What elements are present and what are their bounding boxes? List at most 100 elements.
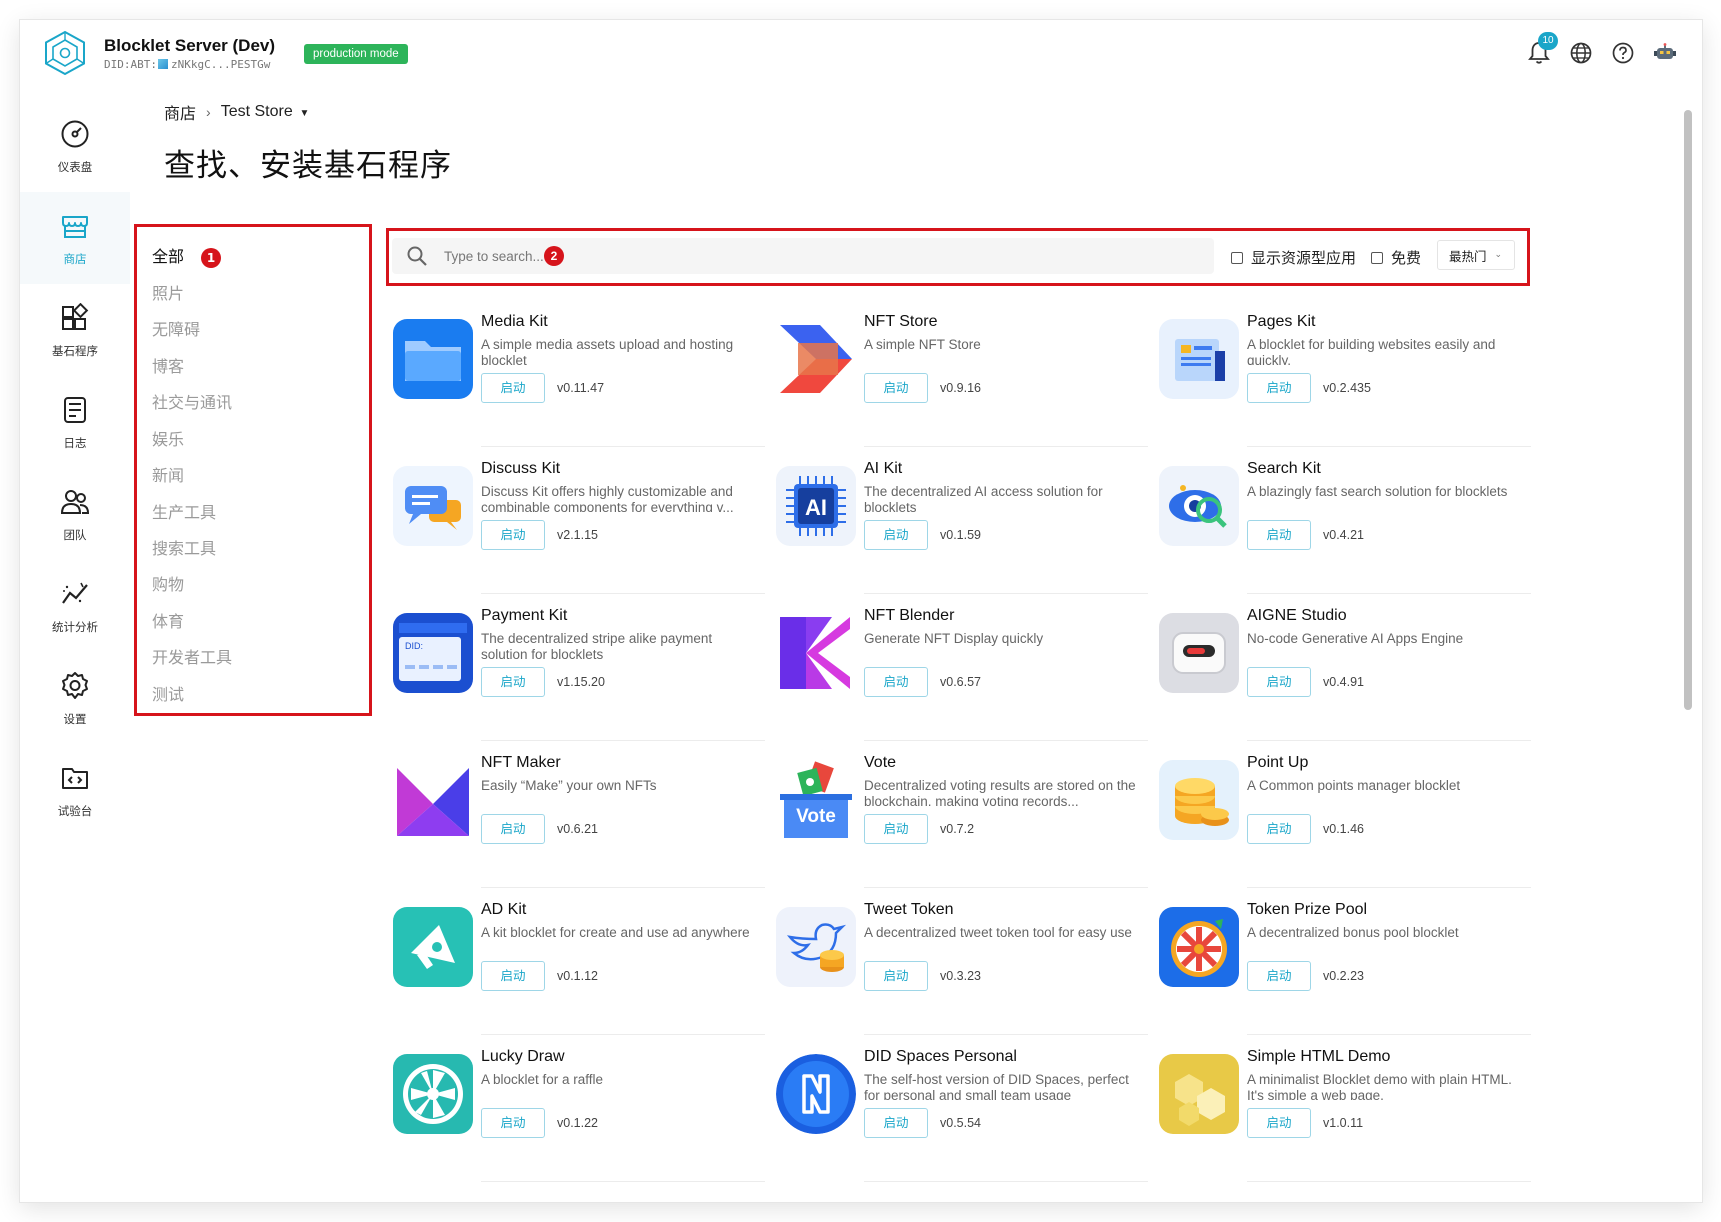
app-version: v0.7.2	[940, 822, 975, 836]
category-item[interactable]: 生产工具	[152, 499, 216, 523]
language-button[interactable]	[1568, 40, 1594, 66]
launch-button[interactable]: 启动	[1247, 373, 1311, 403]
category-all[interactable]: 全部 1	[152, 243, 222, 268]
category-item[interactable]: 搜索工具	[152, 535, 216, 559]
search-field[interactable]: 2	[392, 238, 1214, 274]
launch-button[interactable]: 启动	[481, 520, 545, 550]
category-item[interactable]: 照片	[152, 280, 184, 304]
app-card[interactable]: DID: Payment Kit The decentralized strip…	[393, 607, 765, 741]
app-card[interactable]: NFT Blender Generate NFT Display quickly…	[776, 607, 1148, 741]
nav-item-blocklets[interactable]: 基石程序	[20, 284, 130, 376]
show-resource-checkbox[interactable]: 显示资源型应用	[1231, 247, 1356, 268]
nav-item-logs[interactable]: 日志	[20, 376, 130, 468]
launch-button[interactable]: 启动	[864, 667, 928, 697]
launch-button[interactable]: 启动	[1247, 1108, 1311, 1138]
app-card[interactable]: Vote Vote Decentralized voting results a…	[776, 754, 1148, 888]
app-description: A blazingly fast search solution for blo…	[1247, 484, 1508, 499]
app-card[interactable]: Simple HTML Demo A minimalist Blocklet d…	[1159, 1048, 1531, 1182]
launch-button[interactable]: 启动	[864, 520, 928, 550]
category-item[interactable]: 体育	[152, 608, 184, 632]
app-card[interactable]: Point Up A Common points manager blockle…	[1159, 754, 1531, 888]
launch-button[interactable]: 启动	[1247, 961, 1311, 991]
nav-item-settings[interactable]: 设置	[20, 652, 130, 744]
nav-item-team[interactable]: 团队	[20, 468, 130, 560]
marker-badge: 1	[201, 247, 222, 268]
chat-icon	[393, 466, 473, 546]
app-card[interactable]: AI AI Kit The decentralized AI access so…	[776, 460, 1148, 594]
launch-button[interactable]: 启动	[1247, 667, 1311, 697]
search-input[interactable]	[444, 248, 544, 264]
app-card[interactable]: Discuss Kit Discuss Kit offers highly cu…	[393, 460, 765, 594]
category-item[interactable]: 测试	[152, 681, 184, 705]
category-item[interactable]: 博客	[152, 353, 184, 377]
launch-button[interactable]: 启动	[864, 961, 928, 991]
category-item[interactable]: 购物	[152, 571, 184, 595]
help-button[interactable]	[1610, 40, 1636, 66]
category-item[interactable]: 娱乐	[152, 426, 184, 450]
nav-item-store[interactable]: 商店	[20, 192, 130, 284]
divider	[864, 446, 1148, 447]
divider	[864, 887, 1148, 888]
free-checkbox[interactable]: 免费	[1371, 247, 1421, 268]
app-description: The decentralized AI access solution for…	[864, 484, 1103, 512]
launch-button[interactable]: 启动	[864, 814, 928, 844]
prize-wheel-icon	[1159, 907, 1239, 987]
did-spaces-icon	[776, 1054, 856, 1134]
app-name: AD Kit	[481, 901, 527, 918]
category-item[interactable]: 新闻	[152, 462, 184, 486]
launch-button[interactable]: 启动	[864, 1108, 928, 1138]
breadcrumb: 商店 › Test Store ▼	[164, 100, 309, 124]
nav-item-dashboard[interactable]: 仪表盘	[20, 100, 130, 192]
coins-stack-icon	[1159, 760, 1239, 840]
app-card[interactable]: Pages Kit A blocklet for building websit…	[1159, 313, 1531, 447]
nav-item-playground[interactable]: 试验台	[20, 744, 130, 836]
breadcrumb-root[interactable]: 商店	[164, 100, 196, 124]
app-card[interactable]: Tweet Token A decentralized tweet token …	[776, 901, 1148, 1035]
did-address[interactable]: DID:ABT: zNKkgC...PESTGw	[104, 58, 270, 71]
launch-button[interactable]: 启动	[481, 667, 545, 697]
globe-icon	[1570, 42, 1592, 64]
did-avatar-icon	[157, 59, 168, 69]
category-item[interactable]: 开发者工具	[152, 644, 232, 668]
launch-button[interactable]: 启动	[481, 373, 545, 403]
divider	[864, 1034, 1148, 1035]
dashboard-icon	[58, 117, 92, 151]
blocklets-icon	[58, 301, 92, 335]
caret-down-icon: ▼	[296, 108, 310, 119]
launch-button[interactable]: 启动	[864, 373, 928, 403]
app-card[interactable]: Token Prize Pool A decentralized bonus p…	[1159, 901, 1531, 1035]
app-card[interactable]: AD Kit A kit blocklet for create and use…	[393, 901, 765, 1035]
app-card[interactable]: Media Kit A simple media assets upload a…	[393, 313, 765, 447]
app-version: v0.1.22	[557, 1116, 599, 1130]
checkbox-label: 免费	[1391, 249, 1422, 267]
scroll-thumb[interactable]	[1684, 110, 1692, 710]
vertical-scrollbar[interactable]	[1684, 80, 1692, 1200]
category-item[interactable]: 社交与通讯	[152, 389, 232, 413]
category-item[interactable]: 无障碍	[152, 316, 200, 340]
app-name: AI Kit	[864, 460, 903, 477]
divider	[481, 1181, 765, 1182]
launch-button[interactable]: 启动	[481, 961, 545, 991]
search-eye-icon	[1159, 466, 1239, 546]
app-card[interactable]: NFT Store A simple NFT Store 启动 v0.9.16	[776, 313, 1148, 447]
app-card[interactable]: Lucky Draw A blocklet for a raffle 启动 v0…	[393, 1048, 765, 1182]
notification-count-badge: 10	[1538, 32, 1558, 50]
notification-button[interactable]: 10	[1526, 32, 1558, 66]
app-version: v1.0.11	[1323, 1116, 1364, 1130]
app-card[interactable]: NFT Maker Easily “Make” your own NFTs 启动…	[393, 754, 765, 888]
launch-button[interactable]: 启动	[481, 1108, 545, 1138]
app-card[interactable]: DID Spaces Personal The self-host versio…	[776, 1048, 1148, 1182]
divider	[864, 593, 1148, 594]
app-name: AIGNE Studio	[1247, 607, 1347, 624]
blocklet-logo-icon[interactable]	[42, 30, 88, 76]
sort-select[interactable]: 最热门 ⌄	[1437, 240, 1515, 270]
ai-chip-icon: AI	[776, 466, 856, 546]
store-selector[interactable]: Test Store ▼	[221, 103, 310, 121]
launch-button[interactable]: 启动	[1247, 814, 1311, 844]
launch-button[interactable]: 启动	[1247, 520, 1311, 550]
user-avatar-button[interactable]	[1652, 40, 1678, 66]
app-card[interactable]: AIGNE Studio No-code Generative AI Apps …	[1159, 607, 1531, 741]
app-card[interactable]: Search Kit A blazingly fast search solut…	[1159, 460, 1531, 594]
launch-button[interactable]: 启动	[481, 814, 545, 844]
nav-item-analytics[interactable]: 统计分析	[20, 560, 130, 652]
